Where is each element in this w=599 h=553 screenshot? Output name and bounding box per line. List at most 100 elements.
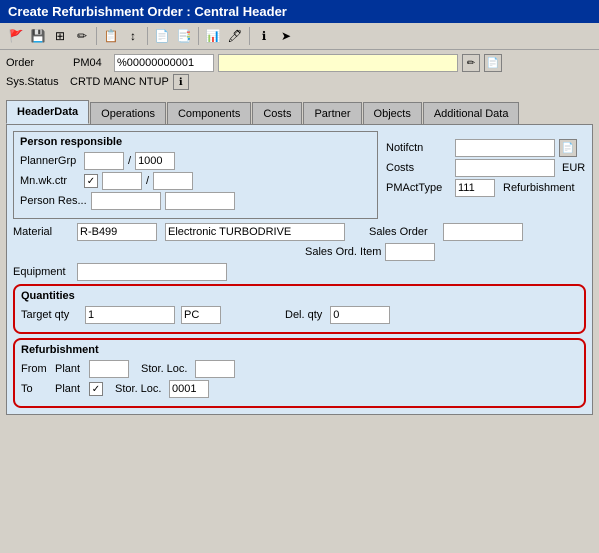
planner-grp-input2[interactable] — [135, 152, 175, 170]
tab-components[interactable]: Components — [167, 102, 251, 124]
planner-grp-input1[interactable] — [84, 152, 124, 170]
order-edit-btn[interactable]: ✏ — [462, 54, 480, 72]
order-doc-btn[interactable]: 📄 — [484, 54, 502, 72]
toolbar-move-btn[interactable]: ↕ — [123, 26, 143, 46]
sys-status-info-icon[interactable]: ℹ — [173, 74, 189, 90]
title-bar: Create Refurbishment Order : Central Hea… — [0, 0, 599, 23]
mn-wk-ctr-sep: / — [146, 175, 149, 187]
toolbar-chart-btn[interactable]: 📊 — [203, 26, 223, 46]
del-qty-input[interactable] — [330, 306, 390, 324]
toolbar-grid-btn[interactable]: ⊞ — [50, 26, 70, 46]
mn-wk-ctr-label: Mn.wk.ctr — [20, 175, 80, 187]
person-res-row: Person Res... — [20, 192, 371, 210]
to-stor-loc-label: Stor. Loc. — [115, 383, 165, 395]
person-responsible-box: Person responsible PlannerGrp / Mn.wk.ct… — [13, 131, 378, 219]
toolbar-sep2 — [147, 27, 148, 45]
tab-operations-label: Operations — [101, 108, 155, 120]
planner-grp-label: PlannerGrp — [20, 155, 80, 167]
material-desc-input[interactable] — [165, 223, 345, 241]
sales-ord-item-input[interactable] — [385, 243, 435, 261]
from-plant-input[interactable] — [89, 360, 129, 378]
refurbishment-title: Refurbishment — [21, 344, 578, 356]
sales-order-input[interactable] — [443, 223, 523, 241]
toolbar-pen-btn[interactable]: 🖊 — [225, 26, 245, 46]
equipment-label: Equipment — [13, 266, 73, 278]
person-res-label: Person Res... — [20, 195, 87, 207]
from-label: From — [21, 363, 51, 375]
to-plant-check-mark: ✓ — [92, 384, 100, 395]
del-qty-label: Del. qty — [285, 309, 322, 321]
pmact-row: PMActType Refurbishment — [386, 179, 586, 197]
toolbar-info-btn[interactable]: ℹ — [254, 26, 274, 46]
costs-unit: EUR — [562, 162, 585, 174]
target-qty-input[interactable] — [85, 306, 175, 324]
tab-components-label: Components — [178, 108, 240, 120]
mn-wk-ctr-row: Mn.wk.ctr ✓ / — [20, 172, 371, 190]
person-resp-left: Person responsible PlannerGrp / Mn.wk.ct… — [13, 131, 378, 223]
toolbar-flag-btn[interactable]: 🚩 — [6, 26, 26, 46]
material-section: Material Sales Order Sales Ord. Item Equ… — [13, 223, 586, 281]
toolbar-docx-btn[interactable]: 📑 — [174, 26, 194, 46]
toolbar-save-btn[interactable]: 💾 — [28, 26, 48, 46]
from-row: From Plant Stor. Loc. — [21, 360, 578, 378]
tab-additional-data[interactable]: Additional Data — [423, 102, 520, 124]
notifctn-input[interactable] — [455, 139, 555, 157]
order-label: Order — [6, 57, 66, 69]
pmact-input[interactable] — [455, 179, 495, 197]
notifctn-doc-btn[interactable]: 📄 — [559, 139, 577, 157]
mn-wk-ctr-checkbox[interactable]: ✓ — [84, 174, 98, 188]
to-stor-loc-input[interactable] — [169, 380, 209, 398]
target-qty-unit-input[interactable] — [181, 306, 221, 324]
tab-headerdata-label: HeaderData — [17, 106, 78, 118]
pmact-text: Refurbishment — [503, 182, 575, 194]
person-responsible-title: Person responsible — [20, 136, 371, 148]
to-plant-checkbox[interactable]: ✓ — [89, 382, 103, 396]
sys-status-value: CRTD MANC NTUP — [70, 76, 169, 88]
to-label: To — [21, 383, 51, 395]
equipment-input[interactable] — [77, 263, 227, 281]
toolbar-edit-btn[interactable]: ✏ — [72, 26, 92, 46]
sales-order-label: Sales Order — [369, 226, 439, 238]
order-type-input[interactable] — [70, 54, 110, 72]
order-number-input[interactable] — [114, 54, 214, 72]
material-row: Material Sales Order — [13, 223, 586, 241]
toolbar-doc-btn[interactable]: 📄 — [152, 26, 172, 46]
tab-objects[interactable]: Objects — [363, 102, 422, 124]
toolbar-sep3 — [198, 27, 199, 45]
quantities-section: Quantities Target qty Del. qty — [13, 284, 586, 334]
tab-additional-data-label: Additional Data — [434, 108, 509, 120]
sales-ord-item-label: Sales Ord. Item — [305, 246, 381, 258]
target-qty-row: Target qty Del. qty — [21, 306, 578, 324]
refurbishment-section: Refurbishment From Plant Stor. Loc. To P… — [13, 338, 586, 408]
person-res-input2[interactable] — [165, 192, 235, 210]
sales-ord-item-row: Sales Ord. Item — [13, 243, 586, 261]
tab-partner-label: Partner — [314, 108, 350, 120]
tab-partner[interactable]: Partner — [303, 102, 361, 124]
planner-grp-sep: / — [128, 155, 131, 167]
tab-headerdata[interactable]: HeaderData — [6, 100, 89, 124]
order-form-area: Order ✏ 📄 Sys.Status CRTD MANC NTUP ℹ — [0, 50, 599, 96]
right-fields: Notifctn 📄 Costs EUR PMActType Refurbish… — [386, 131, 586, 197]
to-plant-label: Plant — [55, 383, 85, 395]
pmact-label: PMActType — [386, 182, 451, 194]
sys-status-row: Sys.Status CRTD MANC NTUP ℹ — [6, 74, 593, 90]
mn-wk-ctr-check-mark: ✓ — [87, 176, 95, 187]
tab-operations[interactable]: Operations — [90, 102, 166, 124]
person-resp-right: Notifctn 📄 Costs EUR PMActType Refurbish… — [386, 131, 586, 223]
sys-status-label: Sys.Status — [6, 76, 66, 88]
tab-costs[interactable]: Costs — [252, 102, 302, 124]
order-desc-input[interactable] — [218, 54, 458, 72]
mn-wk-ctr-input3[interactable] — [153, 172, 193, 190]
material-input[interactable] — [77, 223, 157, 241]
to-row: To Plant ✓ Stor. Loc. — [21, 380, 578, 398]
from-plant-label: Plant — [55, 363, 85, 375]
toolbar-sep4 — [249, 27, 250, 45]
costs-input[interactable] — [455, 159, 555, 177]
from-stor-loc-input[interactable] — [195, 360, 235, 378]
person-res-input1[interactable] — [91, 192, 161, 210]
toolbar-copy-btn[interactable]: 📋 — [101, 26, 121, 46]
toolbar-sep1 — [96, 27, 97, 45]
equipment-row: Equipment — [13, 263, 586, 281]
mn-wk-ctr-input2[interactable] — [102, 172, 142, 190]
toolbar-nav-btn[interactable]: ➤ — [276, 26, 296, 46]
